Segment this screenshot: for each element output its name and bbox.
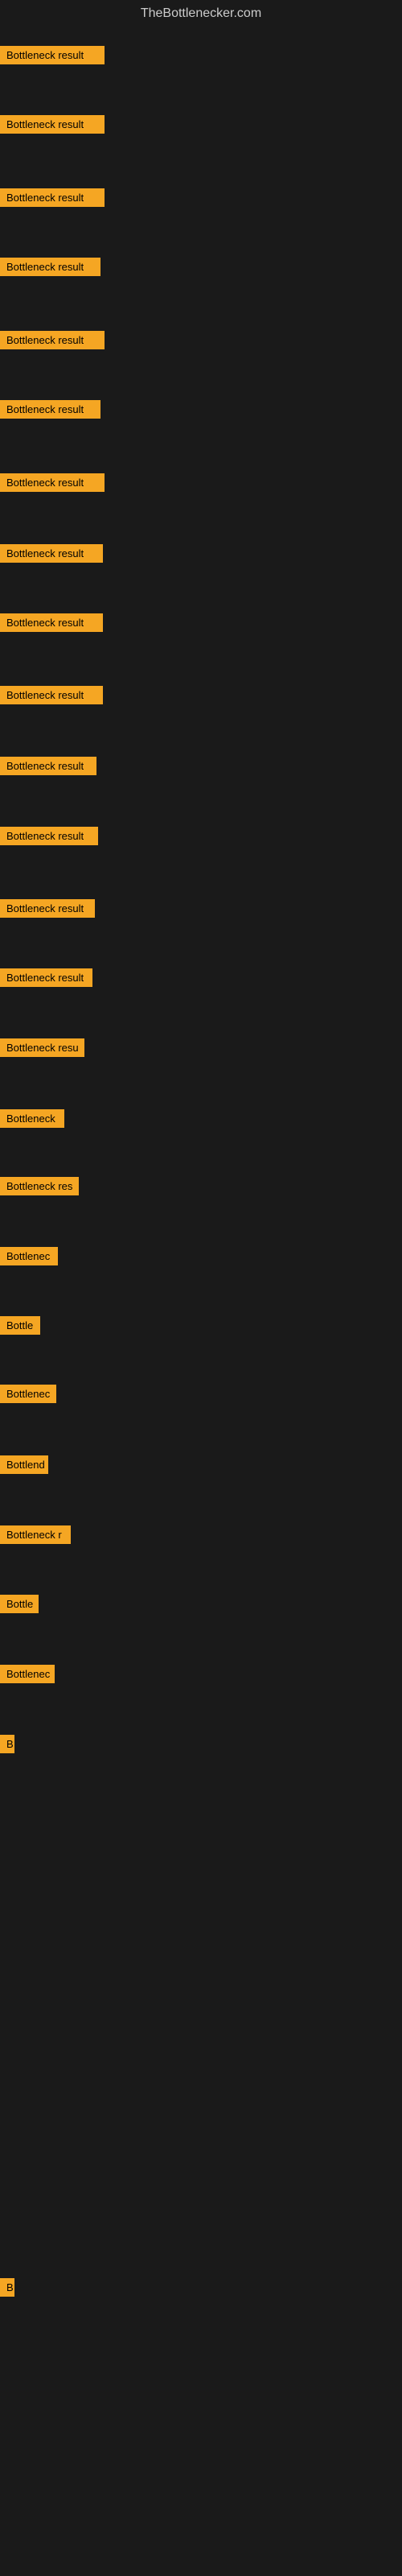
bottleneck-result-item: Bottleneck — [0, 1109, 64, 1128]
bottleneck-result-item: Bottleneck result — [0, 968, 92, 987]
bottleneck-result-item: B — [0, 2278, 14, 2297]
bottleneck-result-item: Bottleneck result — [0, 686, 103, 704]
bottleneck-result-item: Bottleneck result — [0, 544, 103, 563]
bottleneck-result-item: Bottleneck result — [0, 46, 105, 64]
bottleneck-result-item: Bottleneck resu — [0, 1038, 84, 1057]
bottleneck-result-item: Bottleneck result — [0, 331, 105, 349]
bottleneck-result-item: Bottleneck r — [0, 1525, 71, 1544]
bottleneck-result-item: Bottleneck result — [0, 473, 105, 492]
bottleneck-result-item: Bottlenec — [0, 1247, 58, 1265]
bottleneck-result-item: Bottleneck result — [0, 115, 105, 134]
bottleneck-result-item: Bottlenec — [0, 1385, 56, 1403]
bottleneck-result-item: Bottleneck result — [0, 613, 103, 632]
bottleneck-result-item: Bottleneck res — [0, 1177, 79, 1195]
bottleneck-result-item: Bottleneck result — [0, 757, 96, 775]
bottleneck-result-item: B — [0, 1735, 14, 1753]
bottleneck-result-item: Bottleneck result — [0, 827, 98, 845]
bottleneck-result-item: Bottleneck result — [0, 188, 105, 207]
bottleneck-result-item: Bottle — [0, 1595, 39, 1613]
bottleneck-result-item: Bottlend — [0, 1455, 48, 1474]
site-title: TheBottlenecker.com — [0, 0, 402, 27]
bottleneck-result-item: Bottleneck result — [0, 899, 95, 918]
bottleneck-result-item: Bottle — [0, 1316, 40, 1335]
bottleneck-result-item: Bottleneck result — [0, 258, 100, 276]
bottleneck-result-item: Bottleneck result — [0, 400, 100, 419]
bottleneck-result-item: Bottlenec — [0, 1665, 55, 1683]
